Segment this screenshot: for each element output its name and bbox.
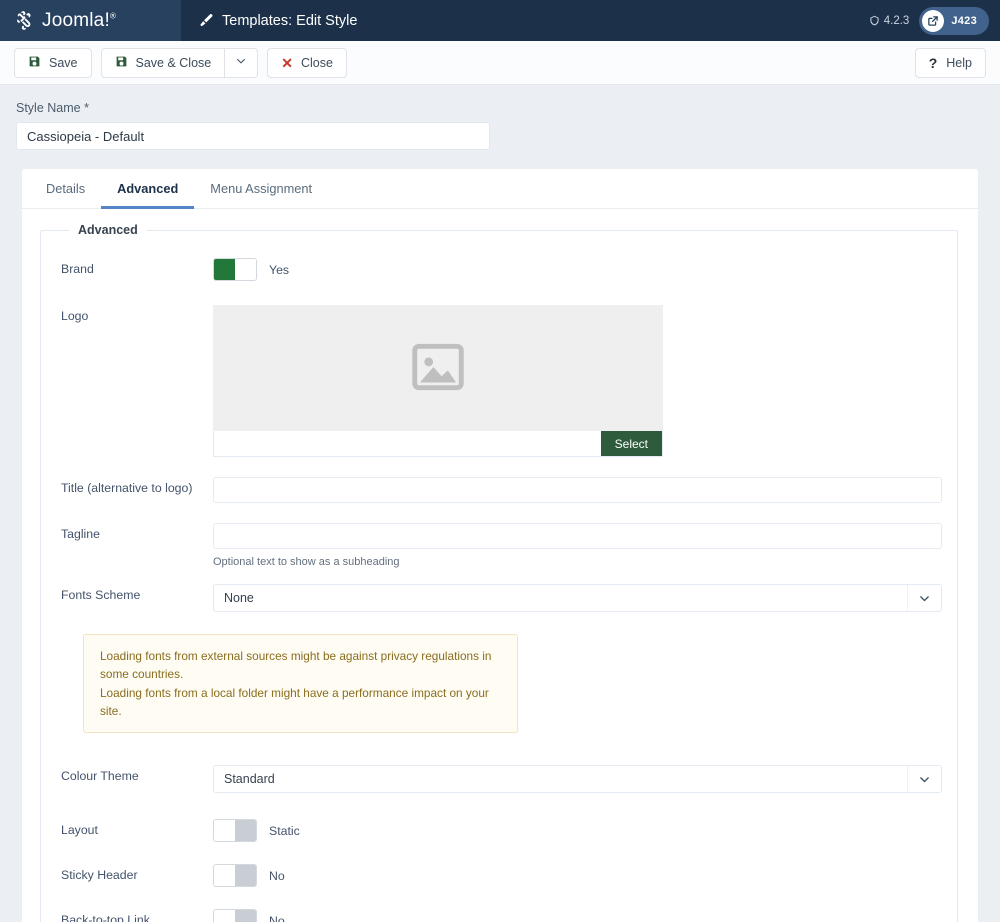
logo-label: Logo: [61, 309, 89, 323]
save-button[interactable]: Save: [14, 47, 92, 78]
back-to-top-toggle-value: No: [269, 913, 285, 922]
sticky-header-toggle-group: No: [213, 864, 285, 888]
save-disk-icon: [28, 55, 41, 71]
fonts-scheme-label: Fonts Scheme: [61, 588, 141, 602]
joomla-brand-block[interactable]: Joomla!®: [0, 0, 181, 41]
field-row-tagline: Tagline Optional text to show as a subhe…: [41, 523, 957, 568]
joomla-wordmark: Joomla!®: [42, 9, 117, 31]
tab-bar: Details Advanced Menu Assignment: [22, 169, 978, 209]
logo-path-input[interactable]: [214, 431, 601, 456]
fonts-scheme-value: None: [224, 591, 254, 605]
top-header-bar: Joomla!® Templates: Edit Style 4.2.3 J42…: [0, 0, 1000, 41]
save-and-close-button[interactable]: Save & Close: [100, 47, 226, 78]
save-and-close-label: Save & Close: [135, 55, 212, 70]
field-row-sticky-header: Sticky Header No: [41, 864, 957, 889]
image-placeholder-icon: [407, 336, 469, 401]
layout-label: Layout: [61, 823, 98, 838]
toggle-off-half: [235, 865, 256, 887]
page-title-area: Templates: Edit Style: [181, 0, 869, 41]
save-button-label: Save: [49, 55, 78, 70]
style-name-label: Style Name *: [16, 101, 89, 115]
tagline-label: Tagline: [61, 527, 100, 541]
close-x-icon: ✕: [281, 54, 293, 71]
version-number: 4.2.3: [883, 14, 910, 27]
save-dropdown-toggle[interactable]: [225, 47, 259, 78]
toggle-off-half: [235, 910, 256, 922]
tagline-hint: Optional text to show as a subheading: [213, 556, 400, 568]
brand-toggle-group: Yes: [213, 258, 289, 281]
sticky-header-toggle-value: No: [269, 868, 285, 883]
fonts-scheme-select[interactable]: None: [213, 584, 942, 612]
user-name-label: J423: [951, 14, 977, 27]
tab-menu-assignment[interactable]: Menu Assignment: [194, 169, 328, 209]
toggle-on-half: [214, 820, 235, 842]
sticky-header-label: Sticky Header: [61, 868, 138, 883]
field-row-logo: Logo Select: [41, 305, 957, 457]
field-row-layout: Layout Static: [41, 819, 957, 844]
toggle-on-half: [214, 910, 235, 922]
layout-toggle[interactable]: [213, 819, 257, 843]
page-title: Templates: Edit Style: [222, 12, 358, 29]
edit-style-card: Details Advanced Menu Assignment Advance…: [22, 169, 978, 922]
advanced-fieldset: Advanced Brand Yes Logo Select Title (al…: [40, 223, 958, 922]
warning-line-1: Loading fonts from external sources migh…: [100, 649, 492, 682]
external-link-icon: [922, 9, 945, 32]
logo-preview-area[interactable]: [213, 305, 663, 431]
field-row-brand: Brand Yes: [41, 258, 957, 283]
save-disk-icon: [115, 55, 128, 71]
logo-select-button[interactable]: Select: [600, 431, 662, 456]
colour-theme-label: Colour Theme: [61, 769, 139, 784]
question-mark-icon: ?: [928, 54, 938, 71]
toggle-off-half: [235, 820, 256, 842]
chevron-down-icon: [907, 585, 941, 611]
colour-theme-value: Standard: [224, 772, 275, 787]
field-row-colour-theme: Colour Theme Standard: [41, 765, 957, 794]
back-to-top-label: Back-to-top Link: [61, 913, 150, 922]
toggle-on-half: [214, 259, 235, 280]
close-button[interactable]: ✕ Close: [267, 47, 347, 78]
joomla-version-indicator: 4.2.3: [869, 14, 910, 27]
field-row-fonts-scheme: Fonts Scheme None: [41, 584, 957, 612]
title-input[interactable]: [213, 477, 942, 503]
layout-toggle-group: Static: [213, 819, 300, 843]
brand-toggle-value: Yes: [269, 262, 290, 277]
toggle-on-half: [214, 865, 235, 887]
style-name-field-group: Style Name *: [0, 85, 1000, 150]
tab-advanced[interactable]: Advanced: [101, 169, 195, 209]
editor-toolbar: Save Save & Close ✕ Close ? Help: [0, 41, 1000, 85]
brand-toggle[interactable]: [213, 258, 257, 281]
fonts-privacy-warning: Loading fonts from external sources migh…: [83, 634, 518, 734]
paintbrush-icon: [198, 13, 213, 28]
style-name-input[interactable]: [16, 122, 490, 150]
joomla-logo-icon: [14, 10, 35, 31]
toggle-off-half: [235, 259, 256, 280]
colour-theme-select[interactable]: Standard: [213, 765, 942, 794]
back-to-top-toggle[interactable]: [213, 909, 257, 922]
logo-input-row: Select: [213, 431, 663, 457]
title-label: Title (alternative to logo): [61, 481, 193, 495]
fieldset-legend: Advanced: [69, 223, 147, 237]
chevron-down-icon: [907, 766, 941, 793]
save-and-close-group: Save & Close: [100, 47, 259, 78]
tab-details[interactable]: Details: [30, 169, 101, 209]
close-button-label: Close: [300, 55, 333, 70]
user-menu-button[interactable]: J423: [919, 6, 989, 35]
back-to-top-toggle-group: No: [213, 909, 285, 922]
header-right-tools: 4.2.3 J423: [869, 0, 1000, 41]
help-button[interactable]: ? Help: [914, 47, 986, 78]
brand-label: Brand: [61, 262, 94, 276]
tagline-input[interactable]: [213, 523, 942, 549]
field-row-back-to-top: Back-to-top Link No: [41, 909, 957, 922]
trademark-mark: ®: [109, 11, 117, 21]
field-row-title: Title (alternative to logo): [41, 477, 957, 503]
layout-toggle-value: Static: [269, 823, 300, 838]
sticky-header-toggle[interactable]: [213, 864, 257, 888]
help-button-label: Help: [946, 55, 972, 70]
chevron-down-icon: [235, 55, 247, 70]
warning-line-2: Loading fonts from a local folder might …: [100, 685, 489, 718]
